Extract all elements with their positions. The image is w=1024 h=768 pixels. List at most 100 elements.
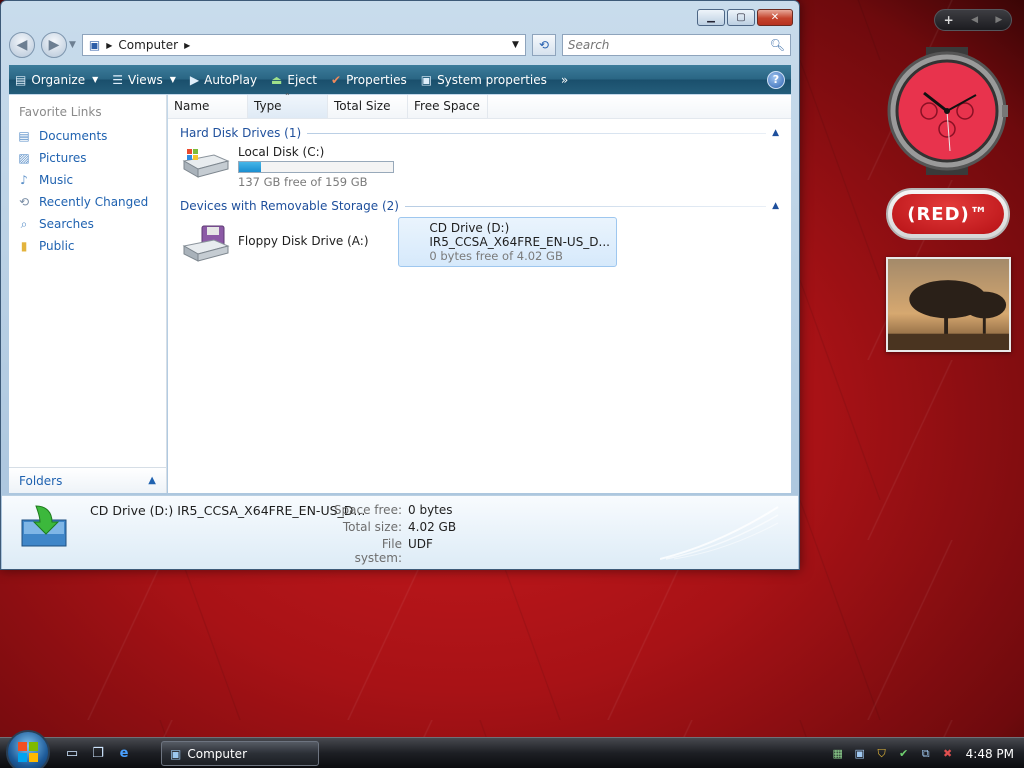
drive-free-space: 0 bytes free of 4.02 GB bbox=[429, 249, 563, 263]
autoplay-label: AutoPlay bbox=[204, 72, 258, 87]
column-header-name[interactable]: Name bbox=[168, 95, 248, 118]
drive-name: Local Disk (C:) bbox=[238, 145, 325, 159]
refresh-button[interactable]: ⟲ bbox=[531, 34, 556, 56]
hard-drive-icon bbox=[182, 149, 230, 178]
autoplay-button[interactable]: ▶ AutoPlay bbox=[190, 73, 257, 87]
forward-button[interactable]: ▶ bbox=[41, 32, 67, 58]
red-logo-gadget[interactable]: (RED)™ bbox=[886, 188, 1010, 240]
maximize-button[interactable]: ▢ bbox=[727, 9, 755, 26]
slideshow-gadget-photo[interactable] bbox=[886, 257, 1011, 352]
nav-link-recently-changed[interactable]: ⟲ Recently Changed bbox=[9, 191, 166, 213]
folders-label: Folders bbox=[19, 473, 63, 488]
column-headers: Name ⌃ Type Total Size Free Space bbox=[168, 92, 791, 119]
address-dropdown-icon[interactable]: ▼ bbox=[512, 40, 519, 50]
folder-icon: ▮ bbox=[20, 239, 28, 253]
nav-link-pictures[interactable]: ▨ Pictures bbox=[9, 147, 166, 169]
column-header-label: Type bbox=[254, 99, 282, 113]
address-bar[interactable]: ▣ ▶ Computer ▶ ▼ bbox=[81, 34, 526, 56]
content-pane: Name ⌃ Type Total Size Free Space Hard D… bbox=[168, 92, 791, 493]
quick-launch: ▭ ❐ e bbox=[62, 743, 134, 763]
nav-link-music[interactable]: ♪ Music bbox=[9, 169, 166, 191]
network-icon[interactable]: ⧉ bbox=[918, 746, 934, 762]
organize-button[interactable]: ▤ Organize ▼ bbox=[15, 73, 98, 87]
toolbar-overflow-button[interactable]: » bbox=[561, 73, 568, 87]
previous-page-button[interactable]: ◀ bbox=[971, 15, 978, 25]
details-value-total-size: 4.02 GB bbox=[408, 520, 457, 534]
capacity-bar bbox=[238, 161, 394, 173]
nav-link-label: Searches bbox=[39, 217, 94, 231]
drive-name: Floppy Disk Drive (A:) bbox=[238, 234, 369, 248]
folders-toggle[interactable]: Folders ▲ bbox=[9, 467, 166, 493]
chevron-down-icon: ▼ bbox=[92, 75, 99, 84]
display-icon[interactable]: ▣ bbox=[852, 746, 868, 762]
navigation-pane: Favorite Links ▤ Documents ▨ Pictures ♪ … bbox=[9, 95, 167, 493]
details-value-file-system: UDF bbox=[408, 537, 433, 551]
clock[interactable]: 4:48 PM bbox=[966, 747, 1014, 761]
group-label: Devices with Removable Storage (2) bbox=[180, 199, 399, 213]
show-desktop-icon[interactable]: ▭ bbox=[62, 743, 82, 763]
breadcrumb-separator-icon[interactable]: ▶ bbox=[184, 41, 190, 50]
group-hard-disk-drives[interactable]: Hard Disk Drives (1) ▲ bbox=[168, 122, 791, 144]
details-title: CD Drive (D:) IR5_CCSA_X64FRE_EN-US_D... bbox=[90, 503, 366, 518]
details-label-total-size: Total size: bbox=[342, 520, 402, 534]
network-status-icon[interactable]: ▦ bbox=[830, 746, 846, 762]
music-icon: ♪ bbox=[20, 173, 28, 187]
properties-button[interactable]: ✔ Properties bbox=[331, 73, 407, 87]
searches-icon: ⌕ bbox=[20, 216, 28, 231]
drive-cd-d[interactable]: CD Drive (D:) IR5_CCSA_X64FRE_EN-US_D...… bbox=[398, 217, 617, 267]
nav-link-searches[interactable]: ⌕ Searches bbox=[9, 213, 166, 235]
views-button[interactable]: ☰ Views ▼ bbox=[112, 73, 176, 87]
search-box[interactable]: 🔍︎ bbox=[561, 34, 791, 56]
add-gadget-button[interactable]: + bbox=[944, 13, 954, 27]
nav-link-label: Documents bbox=[39, 129, 108, 143]
drive-floppy-a[interactable]: Floppy Disk Drive (A:) bbox=[174, 221, 375, 267]
help-button[interactable]: ? bbox=[767, 70, 785, 89]
search-icon[interactable]: 🔍︎ bbox=[770, 38, 785, 52]
clock-gadget[interactable] bbox=[884, 47, 1010, 175]
details-label-space-free: Space free: bbox=[333, 503, 402, 517]
drive-volume-label: IR5_CCSA_X64FRE_EN-US_D... bbox=[429, 235, 610, 249]
system-tray: ▦ ▣ ⛉ ✔ ⧉ ✖ 4:48 PM bbox=[818, 738, 1024, 768]
group-removable-storage[interactable]: Devices with Removable Storage (2) ▲ bbox=[168, 195, 791, 217]
eject-label: Eject bbox=[287, 72, 317, 87]
computer-icon: ▣ bbox=[170, 746, 182, 761]
internet-explorer-icon[interactable]: e bbox=[114, 743, 134, 763]
breadcrumb-separator-icon[interactable]: ▶ bbox=[106, 41, 112, 50]
nav-link-documents[interactable]: ▤ Documents bbox=[9, 125, 166, 147]
breadcrumb-computer[interactable]: Computer bbox=[118, 38, 178, 52]
recent-pages-dropdown[interactable]: ▼ bbox=[69, 40, 76, 50]
volume-muted-icon[interactable]: ✖ bbox=[940, 746, 956, 762]
drive-free-space: 137 GB free of 159 GB bbox=[238, 175, 368, 189]
next-page-button[interactable]: ▶ bbox=[995, 15, 1002, 25]
autoplay-icon: ▶ bbox=[189, 72, 200, 87]
chevron-up-icon: ▲ bbox=[148, 475, 156, 486]
switch-windows-icon[interactable]: ❐ bbox=[88, 743, 108, 763]
collapse-icon[interactable]: ▲ bbox=[772, 128, 779, 138]
monitor-icon: ▣ bbox=[420, 72, 433, 87]
nav-link-label: Recently Changed bbox=[39, 195, 149, 209]
security-shield-icon[interactable]: ⛉ bbox=[874, 746, 890, 762]
nav-link-public[interactable]: ▮ Public bbox=[9, 235, 166, 257]
system-properties-button[interactable]: ▣ System properties bbox=[421, 73, 547, 87]
column-header-total-size[interactable]: Total Size bbox=[328, 95, 408, 118]
drive-local-disk-c[interactable]: Local Disk (C:) 137 GB free of 159 GB bbox=[174, 142, 400, 192]
minimize-button[interactable]: ▁ bbox=[697, 9, 725, 26]
eject-button[interactable]: ⏏ Eject bbox=[271, 73, 317, 87]
checkmark-icon[interactable]: ✔ bbox=[896, 746, 912, 762]
explorer-window[interactable]: ▁ ▢ ✕ ◀ ▶ ▼ ▣ ▶ Computer ▶ ▼ ⟲ 🔍︎ ▤ Orga… bbox=[0, 0, 800, 570]
start-button[interactable] bbox=[6, 730, 50, 768]
floppy-drive-icon bbox=[182, 225, 230, 262]
decorative-swoosh bbox=[660, 506, 779, 560]
column-header-free-space[interactable]: Free Space bbox=[408, 95, 488, 118]
collapse-icon[interactable]: ▲ bbox=[772, 201, 779, 211]
column-header-type[interactable]: ⌃ Type bbox=[248, 92, 328, 118]
command-toolbar: ▤ Organize ▼ ☰ Views ▼ ▶ AutoPlay ⏏ Ejec… bbox=[9, 65, 791, 94]
back-button[interactable]: ◀ bbox=[9, 32, 35, 58]
system-properties-label: System properties bbox=[437, 72, 547, 87]
nav-link-label: Music bbox=[39, 173, 74, 187]
search-input[interactable] bbox=[567, 38, 770, 52]
windows-logo-icon bbox=[18, 742, 38, 762]
taskbar-button-computer[interactable]: ▣ Computer bbox=[161, 741, 319, 766]
details-fields: Space free: 0 bytes Total size: 4.02 GB … bbox=[332, 503, 456, 565]
close-button[interactable]: ✕ bbox=[757, 9, 793, 26]
